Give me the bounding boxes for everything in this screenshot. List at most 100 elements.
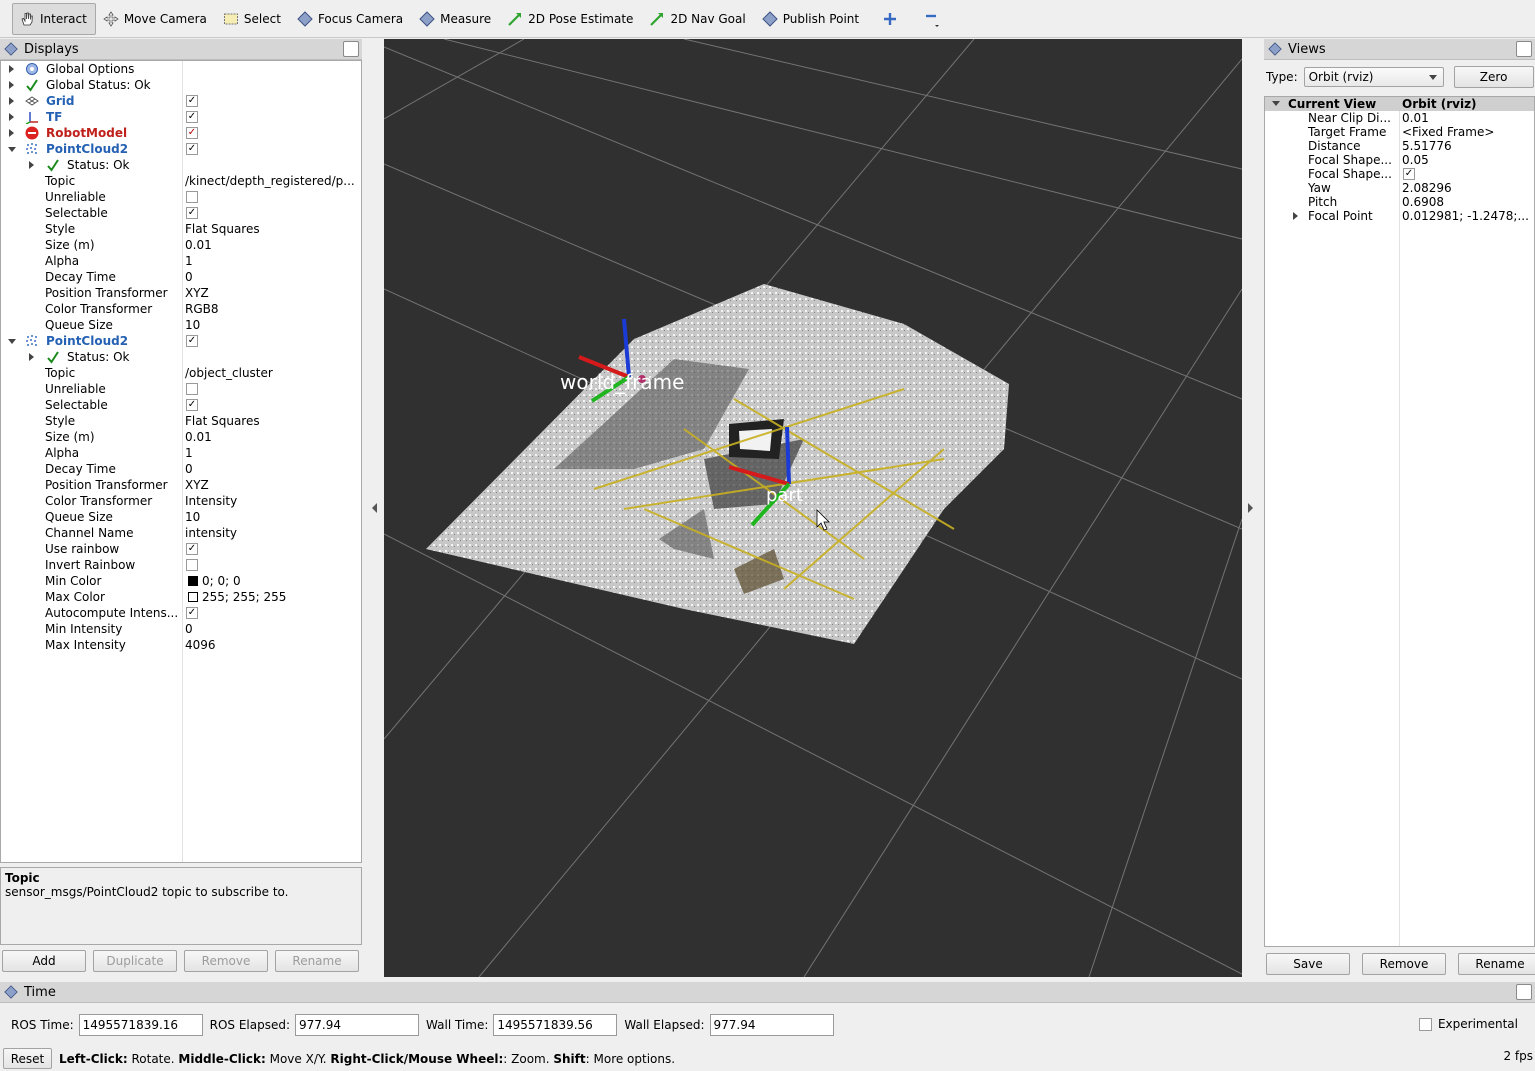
duplicate-display-button[interactable]: Duplicate <box>93 950 177 972</box>
property-row[interactable]: Topic/object_cluster <box>1 365 361 381</box>
property-row[interactable]: Topic/kinect/depth_registered/p... <box>1 173 361 189</box>
property-checkbox[interactable] <box>186 399 198 411</box>
robot-model-enable-checkbox[interactable] <box>186 127 198 139</box>
property-value[interactable]: 10 <box>185 317 200 333</box>
panel-float-button[interactable] <box>1516 984 1532 1000</box>
publish-point-tool-button[interactable]: Publish Point <box>755 3 868 35</box>
view-property-value[interactable]: 2.08296 <box>1402 181 1452 195</box>
property-value[interactable]: /kinect/depth_registered/p... <box>185 173 355 189</box>
interact-tool-button[interactable]: Interact <box>12 2 96 35</box>
property-row[interactable]: Decay Time 0 <box>1 461 361 477</box>
property-checkbox[interactable] <box>186 383 198 395</box>
expand-arrow-icon[interactable] <box>9 65 14 73</box>
experimental-toggle[interactable]: Experimental <box>1418 1017 1518 1031</box>
property-value[interactable]: 10 <box>185 509 200 525</box>
nav-goal-tool-button[interactable]: 2D Nav Goal <box>642 3 754 35</box>
view-property-row[interactable]: Yaw 2.08296 <box>1265 181 1534 195</box>
panel-float-button[interactable] <box>343 41 359 57</box>
ros-time-field[interactable]: 1495571839.16 <box>78 1014 203 1036</box>
property-value[interactable]: 0; 0; 0 <box>185 573 241 589</box>
move-camera-tool-button[interactable]: Move Camera <box>96 3 216 35</box>
collapse-arrow-icon[interactable] <box>1272 101 1280 106</box>
tree-row-tf[interactable]: TF <box>1 109 361 125</box>
property-row[interactable]: Unreliable <box>1 189 361 205</box>
collapse-arrow-icon[interactable] <box>8 339 16 344</box>
expand-arrow-icon[interactable] <box>9 97 14 105</box>
property-value[interactable]: intensity <box>185 525 237 541</box>
select-tool-button[interactable]: Select <box>216 3 290 35</box>
property-value[interactable]: Intensity <box>185 493 237 509</box>
pointcloud2-kinect-enable-checkbox[interactable] <box>186 143 198 155</box>
pointcloud2-object-cluster-enable-checkbox[interactable] <box>186 335 198 347</box>
property-checkbox[interactable] <box>186 607 198 619</box>
tree-row-global-status[interactable]: Global Status: Ok <box>1 77 361 93</box>
collapse-right-panel-icon[interactable] <box>1248 503 1253 513</box>
wall-time-field[interactable]: 1495571839.56 <box>493 1014 618 1036</box>
view-property-checkbox[interactable] <box>1403 168 1415 180</box>
add-tool-button[interactable] <box>868 3 912 35</box>
wall-elapsed-field[interactable]: 977.94 <box>709 1014 834 1036</box>
property-checkbox[interactable] <box>186 207 198 219</box>
tree-row-grid[interactable]: Grid <box>1 93 361 109</box>
property-value[interactable]: XYZ <box>185 285 209 301</box>
property-row[interactable]: Size (m) 0.01 <box>1 429 361 445</box>
property-value[interactable]: 0.01 <box>185 429 212 445</box>
view-property-row[interactable]: Near Clip Di... 0.01 <box>1265 111 1534 125</box>
property-row[interactable]: Queue Size 10 <box>1 317 361 333</box>
property-row[interactable]: Max Intensity 4096 <box>1 637 361 653</box>
expand-arrow-icon[interactable] <box>9 81 14 89</box>
property-value[interactable]: 1 <box>185 445 193 461</box>
view-property-row[interactable]: Distance 5.51776 <box>1265 139 1534 153</box>
tree-row-global-options[interactable]: Global Options <box>1 61 361 77</box>
property-value[interactable]: Flat Squares <box>185 221 260 237</box>
property-row[interactable]: Autocompute Intens... <box>1 605 361 621</box>
pose-estimate-tool-button[interactable]: 2D Pose Estimate <box>500 3 642 35</box>
expand-arrow-icon[interactable] <box>29 161 34 169</box>
color-swatch[interactable] <box>188 576 198 586</box>
tf-enable-checkbox[interactable] <box>186 111 198 123</box>
property-row[interactable]: Min Color 0; 0; 0 <box>1 573 361 589</box>
save-view-button[interactable]: Save <box>1266 953 1350 975</box>
expand-arrow-icon[interactable] <box>1293 212 1298 220</box>
property-value[interactable]: 4096 <box>185 637 216 653</box>
3d-render-viewport[interactable]: world_frame part <box>384 39 1242 977</box>
remove-tool-button[interactable] <box>912 3 954 35</box>
view-property-row[interactable]: Pitch 0.6908 <box>1265 195 1534 209</box>
rename-display-button[interactable]: Rename <box>275 950 359 972</box>
property-value[interactable]: 1 <box>185 253 193 269</box>
view-property-value[interactable]: 0.01 <box>1402 111 1429 125</box>
property-checkbox[interactable] <box>186 559 198 571</box>
views-tree[interactable]: Current View Orbit (rviz) Near Clip Di..… <box>1264 96 1535 947</box>
property-checkbox[interactable] <box>186 543 198 555</box>
property-row[interactable]: Alpha 1 <box>1 253 361 269</box>
property-row[interactable]: Max Color 255; 255; 255 <box>1 589 361 605</box>
expand-arrow-icon[interactable] <box>29 353 34 361</box>
displays-tree[interactable]: Global Options Global Status: Ok Grid TF <box>0 60 362 863</box>
focus-camera-tool-button[interactable]: Focus Camera <box>290 3 412 35</box>
property-value[interactable]: XYZ <box>185 477 209 493</box>
property-row[interactable]: Unreliable <box>1 381 361 397</box>
tree-row-pointcloud2-object-cluster[interactable]: PointCloud2 <box>1 333 361 349</box>
property-row[interactable]: Channel Name intensity <box>1 525 361 541</box>
add-display-button[interactable]: Add <box>2 950 86 972</box>
rename-view-button[interactable]: Rename <box>1458 953 1535 975</box>
tree-row-pc1-status[interactable]: Status: Ok <box>1 157 361 173</box>
property-value[interactable]: 0 <box>185 269 193 285</box>
view-property-value[interactable]: 0.6908 <box>1402 195 1444 209</box>
experimental-checkbox[interactable] <box>1418 1017 1432 1031</box>
view-property-row[interactable]: Focal Point 0.012981; -1.2478;... <box>1265 209 1534 223</box>
property-row[interactable]: Color Transformer Intensity <box>1 493 361 509</box>
property-row[interactable]: Style Flat Squares <box>1 413 361 429</box>
expand-arrow-icon[interactable] <box>9 129 14 137</box>
property-row[interactable]: Color Transformer RGB8 <box>1 301 361 317</box>
property-value[interactable]: RGB8 <box>185 301 219 317</box>
view-property-value[interactable]: <Fixed Frame> <box>1402 125 1494 139</box>
property-row[interactable]: Alpha 1 <box>1 445 361 461</box>
view-type-select[interactable]: Orbit (rviz) <box>1303 67 1444 87</box>
property-row[interactable]: Decay Time 0 <box>1 269 361 285</box>
ros-elapsed-field[interactable]: 977.94 <box>295 1014 420 1036</box>
property-row[interactable]: Selectable <box>1 397 361 413</box>
tree-row-pc2-status[interactable]: Status: Ok <box>1 349 361 365</box>
view-property-row[interactable]: Focal Shape... 0.05 <box>1265 153 1534 167</box>
collapse-left-panel-icon[interactable] <box>372 503 377 513</box>
